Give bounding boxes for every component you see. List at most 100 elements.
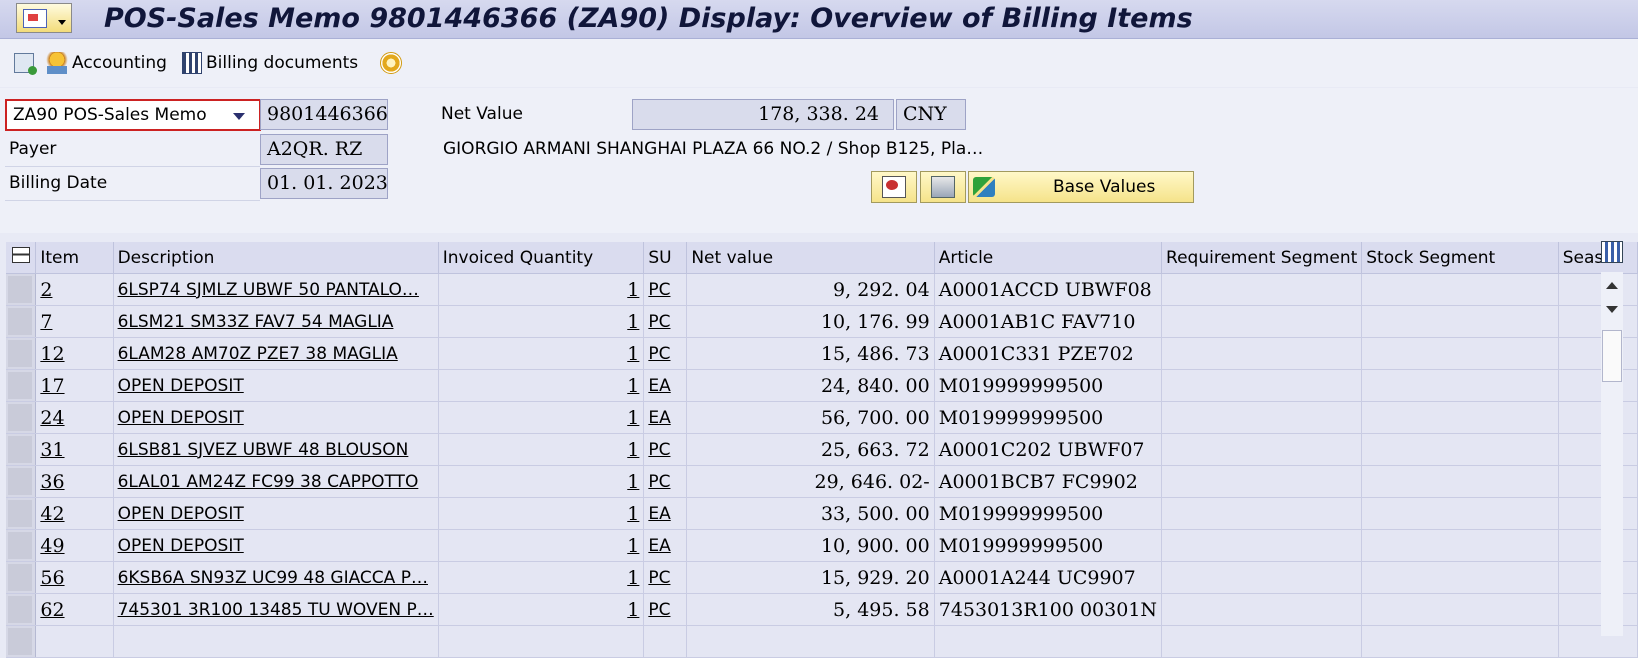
row-selector-button[interactable]: [8, 404, 32, 431]
row-selector[interactable]: [6, 529, 37, 562]
column-config-cell[interactable]: [6, 242, 37, 274]
item-number-link[interactable]: [35, 625, 114, 658]
services-for-object-button[interactable]: [380, 50, 406, 76]
row-selector[interactable]: [6, 337, 37, 370]
row-selector[interactable]: [6, 497, 37, 530]
scroll-thumb[interactable]: [1602, 330, 1622, 382]
col-header-su[interactable]: SU: [643, 242, 688, 274]
invoiced-quantity-cell[interactable]: 1: [438, 433, 645, 466]
sales-unit-cell[interactable]: EA: [643, 497, 688, 530]
table-row[interactable]: 62 745301 3R100 13485 TU WOVEN P… 1 PC 5, 49…: [6, 593, 1638, 626]
document-type-dropdown[interactable]: ZA90 POS-Sales Memo: [5, 99, 261, 131]
description-cell[interactable]: 6LSB81 SJVEZ UBWF 48 BLOUSON: [113, 433, 439, 466]
row-selector[interactable]: [6, 401, 37, 434]
col-header-item[interactable]: Item: [35, 242, 114, 274]
invoiced-quantity-cell[interactable]: 1: [438, 337, 645, 370]
row-selector[interactable]: [6, 561, 37, 594]
sales-unit-cell[interactable]: PC: [643, 273, 688, 306]
invoiced-quantity-cell[interactable]: [438, 625, 645, 658]
col-header-stock-segment[interactable]: Stock Segment: [1361, 242, 1559, 274]
row-selector[interactable]: [6, 593, 37, 626]
payer-field[interactable]: A2QR. RZ: [260, 134, 388, 165]
sales-unit-cell[interactable]: PC: [643, 305, 688, 338]
table-row[interactable]: 31 6LSB81 SJVEZ UBWF 48 BLOUSON 1 PC 25, 663…: [6, 433, 1638, 466]
item-number-link[interactable]: 62: [35, 593, 114, 626]
invoiced-quantity-cell[interactable]: 1: [438, 497, 645, 530]
col-header-requirement-segment[interactable]: Requirement Segment: [1161, 242, 1363, 274]
sales-unit-cell[interactable]: EA: [643, 401, 688, 434]
description-cell[interactable]: OPEN DEPOSIT: [113, 369, 439, 402]
item-number-link[interactable]: 31: [35, 433, 114, 466]
table-row[interactable]: 36 6LAL01 AM24Z FC99 38 CAPPOTTO 1 PC 29, 64…: [6, 465, 1638, 498]
row-selector[interactable]: [6, 433, 37, 466]
sales-unit-cell[interactable]: PC: [643, 433, 688, 466]
row-selector-button[interactable]: [8, 500, 32, 527]
billing-date-field[interactable]: 01. 01. 2023: [260, 168, 388, 199]
item-number-link[interactable]: 7: [35, 305, 114, 338]
row-selector-button[interactable]: [8, 596, 32, 623]
description-cell[interactable]: 6LSM21 SM33Z FAV7 54 MAGLIA: [113, 305, 439, 338]
item-number-link[interactable]: 36: [35, 465, 114, 498]
description-cell[interactable]: OPEN DEPOSIT: [113, 497, 439, 530]
col-header-invoiced-quantity[interactable]: Invoiced Quantity: [438, 242, 645, 274]
sales-unit-cell[interactable]: PC: [643, 593, 688, 626]
table-row[interactable]: 7 6LSM21 SM33Z FAV7 54 MAGLIA 1 PC 10, 176. …: [6, 305, 1638, 338]
table-row[interactable]: 42 OPEN DEPOSIT 1 EA 33, 500. 00 M01999999950…: [6, 497, 1638, 530]
table-row[interactable]: 2 6LSP74 SJMLZ UBWF 50 PANTALO… 1 PC 9, 292.…: [6, 273, 1638, 306]
table-vertical-scrollbar[interactable]: [1601, 272, 1623, 636]
scroll-down-icon[interactable]: [1606, 306, 1618, 313]
base-values-button[interactable]: Base Values: [968, 171, 1194, 203]
invoiced-quantity-cell[interactable]: 1: [438, 305, 645, 338]
net-value-field[interactable]: 178, 338. 24: [632, 99, 894, 130]
row-selector-button[interactable]: [8, 532, 32, 559]
row-selector-button[interactable]: [8, 628, 32, 655]
row-selector-button[interactable]: [8, 468, 32, 495]
sales-unit-cell[interactable]: PC: [643, 561, 688, 594]
sales-unit-cell[interactable]: EA: [643, 369, 688, 402]
col-header-article[interactable]: Article: [934, 242, 1163, 274]
description-cell[interactable]: 6LAL01 AM24Z FC99 38 CAPPOTTO: [113, 465, 439, 498]
invoiced-quantity-cell[interactable]: 1: [438, 369, 645, 402]
sales-unit-cell[interactable]: EA: [643, 529, 688, 562]
scroll-up-icon[interactable]: [1606, 282, 1618, 289]
table-row[interactable]: 56 6KSB6A SN93Z UC99 48 GIACCA P… 1 PC 15, 9…: [6, 561, 1638, 594]
description-cell[interactable]: OPEN DEPOSIT: [113, 529, 439, 562]
invoiced-quantity-cell[interactable]: 1: [438, 593, 645, 626]
currency-field[interactable]: CNY: [896, 99, 966, 130]
row-selector[interactable]: [6, 625, 37, 658]
item-number-link[interactable]: 24: [35, 401, 114, 434]
table-row[interactable]: 12 6LAM28 AM70Z PZE7 38 MAGLIA 1 PC 15, 486.…: [6, 337, 1638, 370]
invoiced-quantity-cell[interactable]: 1: [438, 529, 645, 562]
item-number-link[interactable]: 12: [35, 337, 114, 370]
item-number-link[interactable]: 42: [35, 497, 114, 530]
description-cell[interactable]: 6LAM28 AM70Z PZE7 38 MAGLIA: [113, 337, 439, 370]
document-number-field[interactable]: 9801446366: [260, 99, 388, 130]
row-selector-button[interactable]: [8, 276, 32, 303]
col-header-net-value[interactable]: Net value: [686, 242, 935, 274]
table-row[interactable]: 49 OPEN DEPOSIT 1 EA 10, 900. 00 M01999999950…: [6, 529, 1638, 562]
item-number-link[interactable]: 17: [35, 369, 114, 402]
col-header-season[interactable]: Seas: [1558, 242, 1638, 274]
invoiced-quantity-cell[interactable]: 1: [438, 465, 645, 498]
invoiced-quantity-cell[interactable]: 1: [438, 561, 645, 594]
row-selector[interactable]: [6, 465, 37, 498]
table-row[interactable]: 24 OPEN DEPOSIT 1 EA 56, 700. 00 M01999999950…: [6, 401, 1638, 434]
row-selector-button[interactable]: [8, 436, 32, 463]
table-settings-icon[interactable]: [1601, 241, 1623, 263]
item-number-link[interactable]: 2: [35, 273, 114, 306]
sales-unit-cell[interactable]: [643, 625, 688, 658]
print-preview-button[interactable]: [920, 171, 966, 203]
table-row[interactable]: 17 OPEN DEPOSIT 1 EA 24, 840. 00 M01999999950…: [6, 369, 1638, 402]
billing-documents-button[interactable]: Billing documents: [182, 50, 358, 76]
document-flow-button[interactable]: [14, 50, 38, 76]
description-cell[interactable]: [113, 625, 439, 658]
invoiced-quantity-cell[interactable]: 1: [438, 401, 645, 434]
row-selector[interactable]: [6, 305, 37, 338]
description-cell[interactable]: 6KSB6A SN93Z UC99 48 GIACCA P…: [113, 561, 439, 594]
row-selector-button[interactable]: [8, 564, 32, 591]
invoiced-quantity-cell[interactable]: 1: [438, 273, 645, 306]
accounting-button[interactable]: Accounting: [46, 50, 167, 76]
sales-unit-cell[interactable]: PC: [643, 465, 688, 498]
row-selector[interactable]: [6, 273, 37, 306]
item-detail-button[interactable]: [871, 171, 917, 203]
